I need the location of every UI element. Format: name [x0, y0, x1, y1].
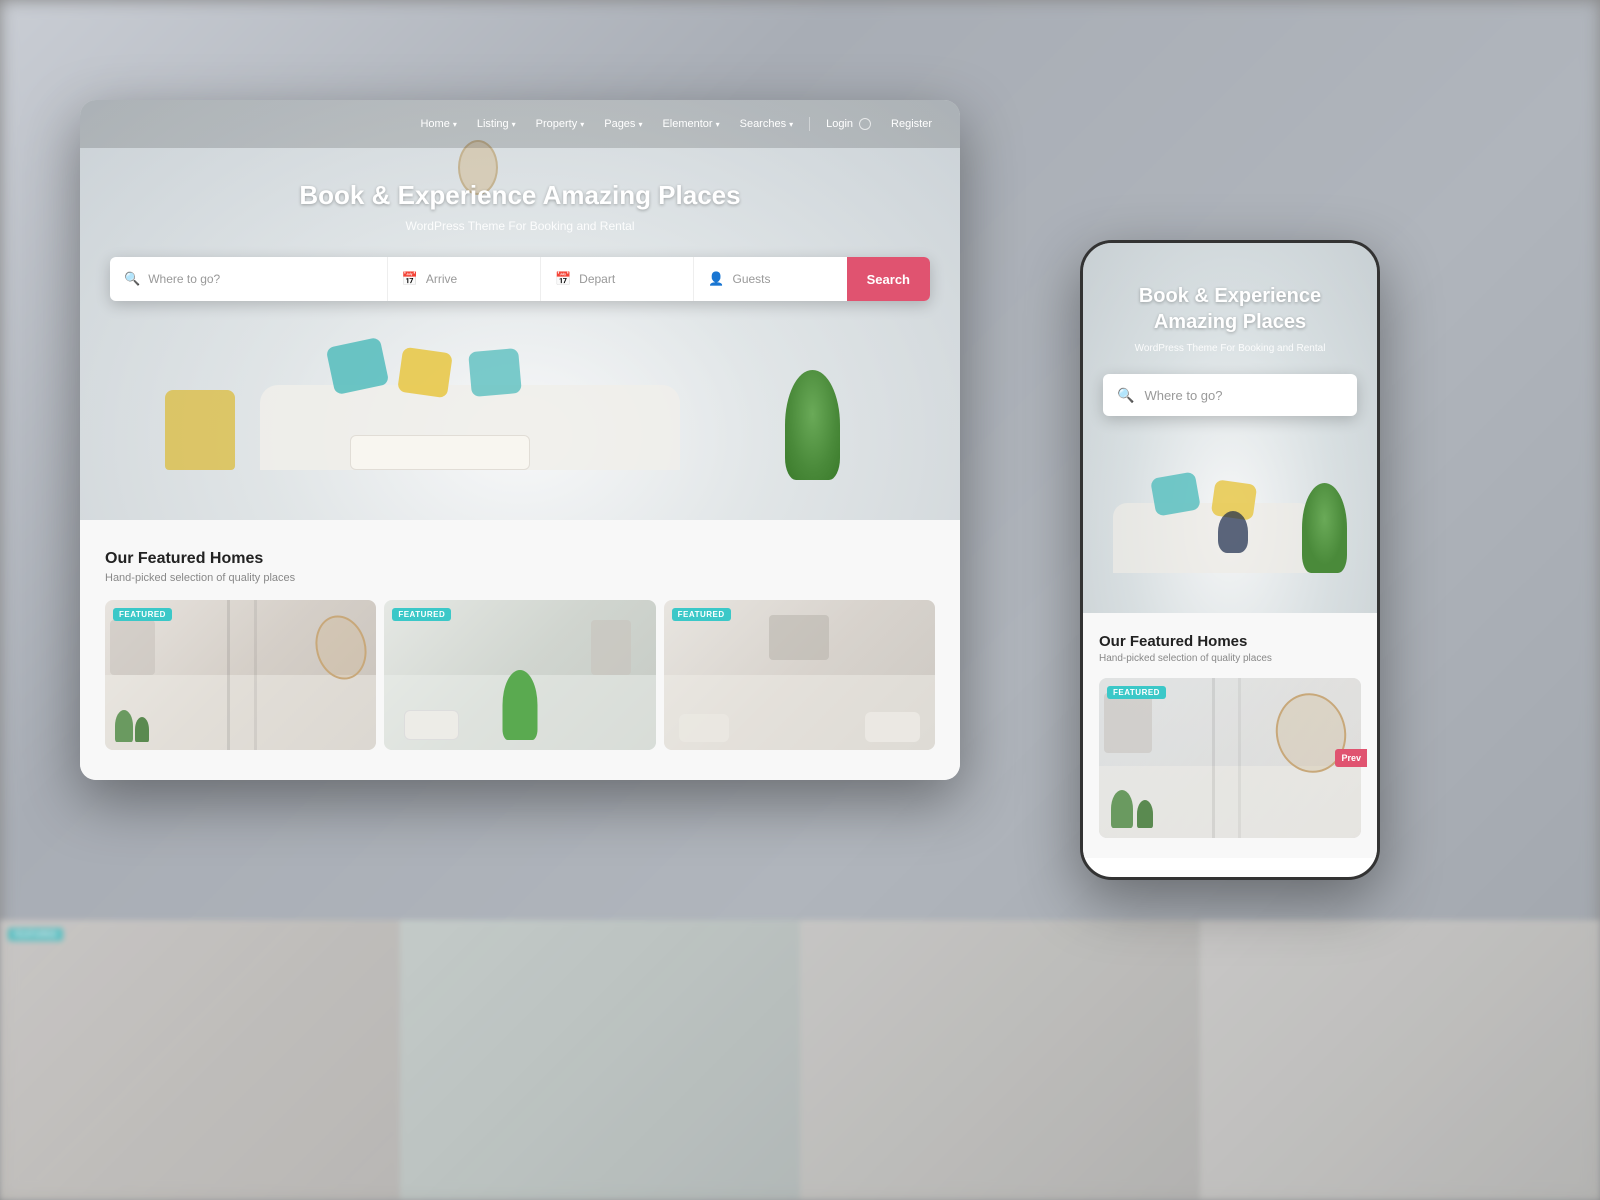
card-2-image	[384, 600, 655, 750]
nav-home[interactable]: Home ▾	[412, 114, 464, 134]
property-chevron-icon: ▾	[580, 120, 584, 129]
mobile-plant	[1302, 483, 1347, 573]
arrive-field[interactable]: 📅 Arrive	[388, 257, 541, 301]
home-chevron-icon: ▾	[453, 120, 457, 129]
mobile-shelf	[1104, 693, 1152, 753]
mobile-mockup: Book & Experience Amazing Places WordPre…	[1080, 240, 1380, 880]
cushion-yellow	[397, 347, 453, 399]
featured-section: Our Featured Homes Hand-picked selection…	[80, 520, 960, 780]
guests-label: Guests	[733, 272, 771, 286]
card-stripe	[227, 600, 230, 750]
mobile-cushion-teal	[1150, 471, 1201, 516]
listing-chevron-icon: ▾	[512, 120, 516, 129]
mobile-card-container: FEATURED Prev	[1099, 678, 1361, 838]
login-circle-icon	[859, 118, 871, 130]
pages-chevron-icon: ▾	[638, 120, 642, 129]
nav-register[interactable]: Register	[883, 114, 940, 134]
small-table	[865, 712, 920, 742]
mobile-featured-card[interactable]: FEATURED	[1099, 678, 1361, 838]
mobile-hero-content: Book & Experience Amazing Places WordPre…	[1083, 283, 1377, 416]
tall-plant	[502, 670, 537, 740]
guests-field[interactable]: 👤 Guests	[694, 257, 846, 301]
wall-art	[769, 615, 829, 660]
bg-card-3: FEATURED	[800, 920, 1200, 1200]
mobile-search-placeholder: Where to go?	[1144, 388, 1222, 403]
searches-chevron-icon: ▾	[789, 120, 793, 129]
coffee-table	[350, 435, 530, 470]
card-1-image	[105, 600, 376, 750]
cushion-teal2	[468, 348, 522, 397]
nav-elementor[interactable]: Elementor ▾	[654, 114, 727, 134]
featured-badge-3: FEATURED	[672, 608, 731, 621]
featured-badge-2: FEATURED	[392, 608, 451, 621]
bg-card-4	[1200, 920, 1600, 1200]
featured-card-2[interactable]: FEATURED	[384, 600, 655, 750]
mobile-card-image	[1099, 678, 1361, 838]
bg-card-2: FEATURED	[400, 920, 800, 1200]
chair-decor	[404, 710, 459, 740]
nav-property[interactable]: Property ▾	[528, 114, 593, 134]
mobile-stripe-1	[1212, 678, 1215, 838]
nav-links: Home ▾ Listing ▾ Property ▾ Pages ▾ Elem…	[412, 114, 940, 134]
calendar-arrive-icon: 📅	[402, 271, 418, 287]
plant-small2	[135, 717, 149, 742]
arrive-label: Arrive	[426, 272, 457, 286]
mobile-search-bar[interactable]: 🔍 Where to go?	[1103, 374, 1357, 416]
mobile-toy	[1218, 511, 1248, 553]
background-bottom-strip: FEATURED FEATURED FEATURED	[0, 920, 1600, 1200]
room-decoration	[80, 100, 960, 520]
desktop-hero: Home ▾ Listing ▾ Property ▾ Pages ▾ Elem…	[80, 100, 960, 520]
mobile-hero-subtitle: WordPress Theme For Booking and Rental	[1103, 343, 1357, 354]
featured-subtitle: Hand-picked selection of quality places	[105, 572, 935, 584]
furniture-decor	[591, 620, 631, 675]
destination-field[interactable]: 🔍 Where to go?	[110, 257, 388, 301]
yellow-chair	[165, 390, 235, 470]
featured-badge-1: FEATURED	[113, 608, 172, 621]
hero-title: Book & Experience Amazing Places	[80, 180, 960, 211]
mobile-hero: Book & Experience Amazing Places WordPre…	[1083, 243, 1377, 613]
guests-icon: 👤	[708, 271, 724, 287]
plant-right	[785, 370, 840, 480]
search-button[interactable]: Search	[847, 257, 930, 301]
hammock-decor	[309, 610, 374, 686]
small-sofa	[679, 714, 729, 742]
hero-subtitle: WordPress Theme For Booking and Rental	[80, 219, 960, 233]
mobile-stripe-2	[1238, 678, 1241, 838]
desktop-mockup: Home ▾ Listing ▾ Property ▾ Pages ▾ Elem…	[80, 100, 960, 780]
featured-card-1[interactable]: FEATURED	[105, 600, 376, 750]
nav-searches[interactable]: Searches ▾	[732, 114, 802, 134]
nav-divider	[809, 117, 810, 131]
cards-row: FEATURED FEATURED	[105, 600, 935, 750]
plant-small	[115, 710, 133, 742]
depart-label: Depart	[579, 272, 615, 286]
mobile-plant-1	[1111, 790, 1133, 828]
card-3-image	[664, 600, 935, 750]
mobile-plant-2	[1137, 800, 1153, 828]
mobile-featured-subtitle: Hand-picked selection of quality places	[1099, 653, 1361, 664]
mobile-featured-section: Our Featured Homes Hand-picked selection…	[1083, 613, 1377, 858]
mobile-featured-title: Our Featured Homes	[1099, 633, 1361, 650]
nav-listing[interactable]: Listing ▾	[469, 114, 524, 134]
desktop-search-bar: 🔍 Where to go? 📅 Arrive 📅 Depart 👤 Guest…	[110, 257, 930, 301]
calendar-depart-icon: 📅	[555, 271, 571, 287]
destination-placeholder: Where to go?	[148, 272, 220, 286]
nav-login[interactable]: Login	[818, 114, 879, 134]
nav-pages[interactable]: Pages ▾	[596, 114, 650, 134]
card-stripe2	[254, 600, 257, 750]
hero-content: Book & Experience Amazing Places WordPre…	[80, 180, 960, 301]
mobile-hero-title: Book & Experience Amazing Places	[1103, 283, 1357, 335]
prev-button[interactable]: Prev	[1335, 749, 1367, 767]
featured-title: Our Featured Homes	[105, 550, 935, 568]
shelf-decor	[110, 620, 155, 675]
mobile-featured-badge: FEATURED	[1107, 686, 1166, 699]
mobile-search-icon: 🔍	[1117, 387, 1134, 404]
search-icon: 🔍	[124, 271, 140, 287]
bg-card-1: FEATURED	[0, 920, 400, 1200]
featured-card-3[interactable]: FEATURED	[664, 600, 935, 750]
depart-field[interactable]: 📅 Depart	[541, 257, 694, 301]
elementor-chevron-icon: ▾	[716, 120, 720, 129]
navbar: Home ▾ Listing ▾ Property ▾ Pages ▾ Elem…	[80, 100, 960, 148]
